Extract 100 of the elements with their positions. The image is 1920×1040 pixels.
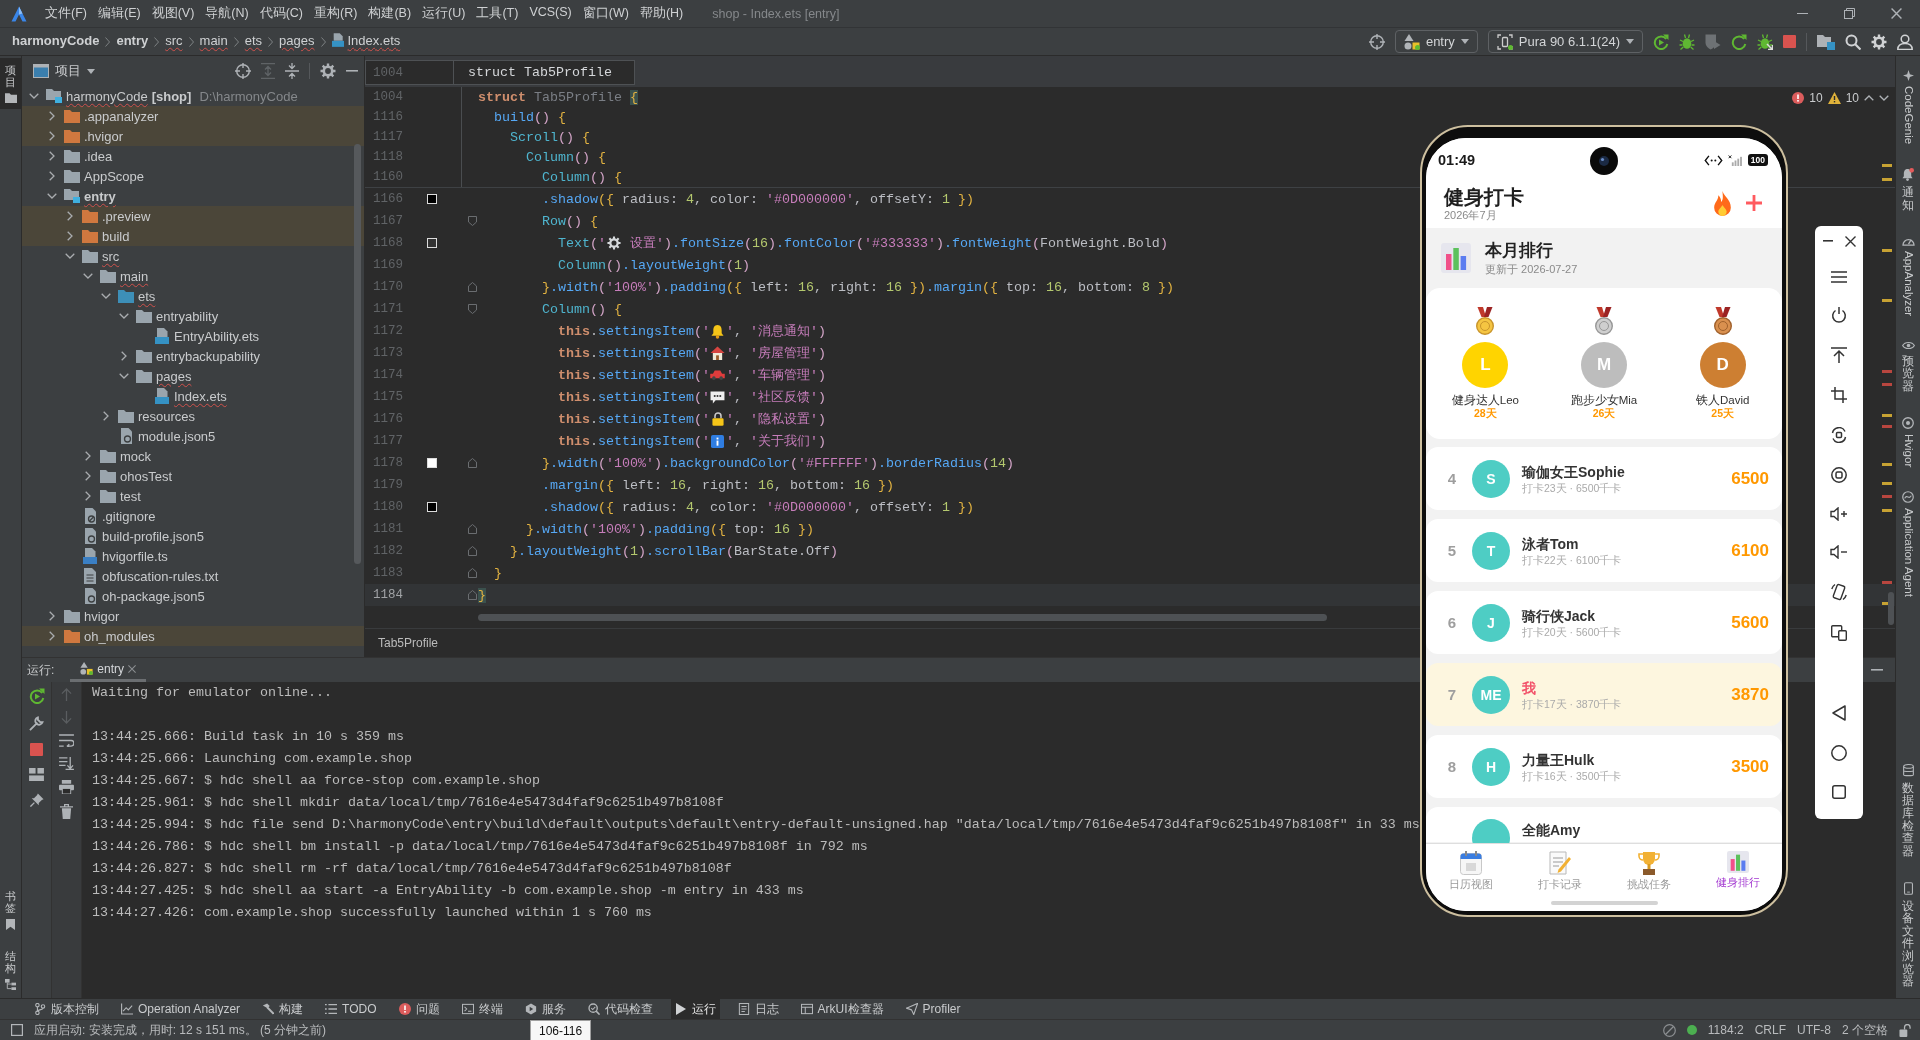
run-config-dropdown[interactable]: entry [1394,30,1478,53]
ranking-card[interactable]: 4 S 瑜伽女王Sophie 打卡23天 · 6500千卡 6500 [1426,447,1782,510]
warning-marker[interactable] [1882,463,1892,466]
breadcrumb[interactable]: main [199,31,228,52]
chevron-down-icon[interactable] [65,253,75,259]
collapse-all-icon[interactable] [285,63,299,79]
bug-arrow-icon[interactable] [1757,33,1773,50]
circle-slash-icon[interactable] [1662,1023,1676,1037]
chevron-right-icon[interactable] [49,131,55,141]
tree-item[interactable]: entry [22,186,364,206]
error-marker[interactable] [1882,425,1892,428]
bug-icon[interactable] [1679,33,1695,50]
tool-window-button[interactable]: 项目 [0,58,21,110]
crosshair-icon[interactable] [1368,33,1385,50]
pin-icon[interactable] [29,793,44,807]
scrollbar[interactable] [1888,592,1894,625]
tool-window-button[interactable]: 预览器 [1901,334,1915,399]
recents-icon[interactable] [1832,785,1846,799]
tool-window-button[interactable]: 结构 [0,943,21,996]
tool-window-button[interactable]: 终端 [457,999,507,1019]
error-count[interactable]: 10 [1809,91,1823,105]
rotate-lock-icon[interactable] [1831,427,1847,443]
chevron-right-icon[interactable] [49,171,55,181]
tree-item[interactable]: mock [22,446,364,466]
fold-marker-icon[interactable] [468,304,477,314]
wrench-icon[interactable] [29,716,44,731]
back-icon[interactable] [1832,705,1846,721]
tool-window-button[interactable]: 日志 [733,999,783,1019]
error-marker[interactable] [1882,370,1892,373]
fold-marker-icon[interactable] [468,458,477,468]
arrow-to-top-icon[interactable] [1831,347,1847,363]
menu-item[interactable]: 文件(F) [45,3,87,24]
tab[interactable]: 健身排行 [1693,844,1782,911]
chevron-down-icon[interactable] [83,273,93,279]
chevron-right-icon[interactable] [103,411,109,421]
indent-setting[interactable]: 2 个空格 [1842,1021,1888,1039]
restore-icon[interactable] [1844,8,1855,19]
tool-window-button[interactable]: 版本控制 [30,999,103,1019]
warning-marker[interactable] [1882,509,1892,512]
menu-item[interactable]: 构建(B) [368,3,412,24]
chevron-right-icon[interactable] [67,211,73,221]
warning-marker[interactable] [1882,249,1892,252]
caret-icon[interactable] [87,68,95,74]
breadcrumb[interactable]: pages [279,31,315,52]
device-dropdown[interactable]: Pura 90 6.1.1(24) [1487,30,1643,53]
breadcrumb[interactable]: src [165,31,183,52]
tree-item[interactable]: entrybackupability [22,346,364,366]
settings-icon[interactable] [320,63,336,79]
scrollbar[interactable] [354,144,361,564]
chevron-down-icon[interactable] [101,293,111,299]
tree-item[interactable]: EntryAbility.ets [22,326,364,346]
menu-item[interactable]: 工具(T) [476,3,519,24]
tool-window-button[interactable]: 构建 [258,999,308,1019]
tree-item[interactable]: resources [22,406,364,426]
menu-item[interactable]: 代码(C) [259,3,304,24]
open-padlock-icon[interactable] [1899,1023,1911,1037]
tool-window-button[interactable]: AppAnalyzer [1901,229,1915,323]
error-marker[interactable] [1882,581,1892,584]
breadcrumb[interactable]: entry [116,31,149,52]
rerun-icon[interactable] [1653,33,1669,50]
chevron-right-icon[interactable] [85,451,91,461]
tree-item[interactable]: module.json5 [22,426,364,446]
error-marker[interactable] [1882,495,1892,498]
crosshair-icon[interactable] [235,63,251,79]
tool-window-button[interactable]: 数据库检查器 [1902,757,1914,864]
warning-marker[interactable] [1882,164,1892,167]
home-icon[interactable] [1831,745,1847,761]
trash-icon[interactable] [60,804,73,819]
record-icon[interactable] [1831,467,1847,483]
tree-item[interactable]: build-profile.json5 [22,526,364,546]
volume-up-icon[interactable] [1830,507,1848,521]
breadcrumb[interactable]: harmonyCode [12,31,100,52]
menu-item[interactable]: 窗口(W) [582,3,629,24]
account-icon[interactable] [1897,33,1913,50]
tool-window-button[interactable]: 代码检查 [583,999,657,1019]
close-icon[interactable] [1844,235,1856,247]
restart-icon[interactable] [1731,33,1747,50]
fold-marker-icon[interactable] [468,546,477,556]
chevron-right-icon[interactable] [49,151,55,161]
chevron-down-icon[interactable] [119,373,129,379]
tool-window-button[interactable]: TODO [321,999,381,1019]
tool-window-button[interactable]: 运行 [670,999,720,1019]
tool-window-button[interactable]: Application Agent [1902,484,1914,603]
chevron-down-icon[interactable] [29,93,39,99]
tool-window-button[interactable]: Hvigor [1902,410,1914,473]
warning-marker[interactable] [1882,414,1892,417]
error-marker[interactable] [1882,383,1892,386]
tree-item[interactable]: obfuscation-rules.txt [22,566,364,586]
tree-item[interactable]: .gitignore [22,506,364,526]
tree-item[interactable]: main [22,266,364,286]
scrollbar[interactable] [478,613,1327,621]
warning-count[interactable]: 10 [1845,91,1859,105]
chevron-right-icon[interactable] [67,231,73,241]
breadcrumb[interactable]: Index.ets [331,31,401,52]
ranking-card[interactable]: 6 J 骑行侠Jack 打卡20天 · 5600千卡 5600 [1426,591,1782,654]
crop-icon[interactable] [1831,387,1847,403]
tree-item[interactable]: Index.ets [22,386,364,406]
tree-item[interactable]: .hvigor [22,126,364,146]
tool-window-button[interactable]: 问题 [394,999,444,1019]
tool-window-button[interactable]: 服务 [520,999,570,1019]
